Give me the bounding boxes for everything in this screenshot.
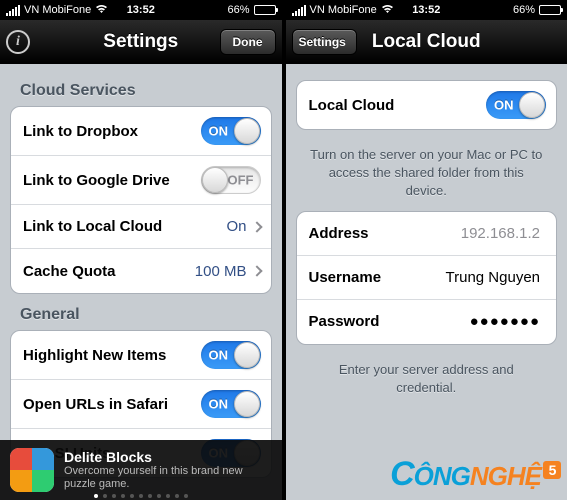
phone-left: VN MobiFone 13:52 66% i Settings Done Cl… <box>0 0 282 500</box>
clock: 13:52 <box>127 4 155 16</box>
row-cache[interactable]: Cache Quota 100 MB <box>11 249 271 293</box>
row-label: Username <box>309 269 446 286</box>
group-localcloud-toggle: Local Cloud ON <box>296 80 558 130</box>
toggle-gdrive[interactable]: OFF <box>201 166 261 194</box>
chevron-right-icon <box>251 221 262 232</box>
info-button[interactable]: i <box>6 30 30 54</box>
group-credentials: Address 192.168.1.2 Username Trung Nguye… <box>296 211 558 345</box>
row-label: Highlight New Items <box>23 347 201 364</box>
row-label: Address <box>309 225 461 242</box>
carrier-label: VN MobiFone <box>310 4 377 16</box>
battery-pct: 66% <box>513 4 535 16</box>
ad-title: Delite Blocks <box>64 449 272 465</box>
group-description: Turn on the server on your Mac or PC to … <box>296 142 558 211</box>
page-title: Settings <box>103 31 178 53</box>
ad-subtitle: Overcome yourself in this brand new puzz… <box>64 465 272 491</box>
row-label: Link to Google Drive <box>23 172 201 189</box>
page-title: Local Cloud <box>372 31 481 53</box>
row-address[interactable]: Address 192.168.1.2 <box>297 212 557 256</box>
battery-icon <box>539 5 561 15</box>
row-localcloud-toggle[interactable]: Local Cloud ON <box>297 81 557 129</box>
row-urls[interactable]: Open URLs in Safari ON <box>11 380 271 429</box>
address-value[interactable]: 192.168.1.2 <box>461 225 540 242</box>
group-footer: Enter your server address and credential… <box>296 357 558 407</box>
done-button[interactable]: Done <box>220 29 276 55</box>
status-bar: VN MobiFone 13:52 66% <box>0 0 282 20</box>
chevron-right-icon <box>251 265 262 276</box>
section-header-general: General <box>20 306 272 324</box>
clock: 13:52 <box>412 4 440 16</box>
battery-pct: 66% <box>227 4 249 16</box>
toggle-localcloud[interactable]: ON <box>486 91 546 119</box>
row-value: On <box>226 218 246 235</box>
ad-page-dots <box>94 494 188 498</box>
signal-icon <box>6 5 20 16</box>
group-cloud: Link to Dropbox ON Link to Google Drive … <box>10 106 272 294</box>
nav-bar: Settings Local Cloud <box>286 20 567 64</box>
row-localcloud[interactable]: Link to Local Cloud On <box>11 205 271 249</box>
password-value[interactable]: ●●●●●●● <box>470 313 540 330</box>
section-header-cloud: Cloud Services <box>20 82 272 100</box>
back-button[interactable]: Settings <box>292 29 357 55</box>
scroll-content[interactable]: Cloud Services Link to Dropbox ON Link t… <box>0 64 282 500</box>
row-password[interactable]: Password ●●●●●●● <box>297 300 557 344</box>
row-label: Password <box>309 313 470 330</box>
battery-icon <box>254 5 276 15</box>
row-label: Local Cloud <box>309 97 487 114</box>
signal-icon <box>292 5 306 16</box>
row-value: 100 MB <box>195 263 247 280</box>
row-label: Open URLs in Safari <box>23 396 201 413</box>
phone-right: VN MobiFone 13:52 66% Settings Local Clo… <box>286 0 567 500</box>
wifi-icon <box>381 4 394 17</box>
wifi-icon <box>95 4 108 17</box>
ad-app-icon <box>10 448 54 492</box>
ad-banner[interactable]: Delite Blocks Overcome yourself in this … <box>0 440 282 500</box>
row-dropbox[interactable]: Link to Dropbox ON <box>11 107 271 156</box>
nav-bar: i Settings Done <box>0 20 282 64</box>
row-label: Link to Dropbox <box>23 123 201 140</box>
row-label: Link to Local Cloud <box>23 218 226 235</box>
carrier-label: VN MobiFone <box>24 4 91 16</box>
username-value[interactable]: Trung Nguyen <box>446 269 541 286</box>
scroll-content[interactable]: Local Cloud ON Turn on the server on you… <box>286 64 567 500</box>
status-bar: VN MobiFone 13:52 66% <box>286 0 567 20</box>
toggle-urls[interactable]: ON <box>201 390 261 418</box>
toggle-dropbox[interactable]: ON <box>201 117 261 145</box>
row-username[interactable]: Username Trung Nguyen <box>297 256 557 300</box>
row-gdrive[interactable]: Link to Google Drive OFF <box>11 156 271 205</box>
toggle-highlight[interactable]: ON <box>201 341 261 369</box>
row-label: Cache Quota <box>23 263 195 280</box>
row-highlight[interactable]: Highlight New Items ON <box>11 331 271 380</box>
